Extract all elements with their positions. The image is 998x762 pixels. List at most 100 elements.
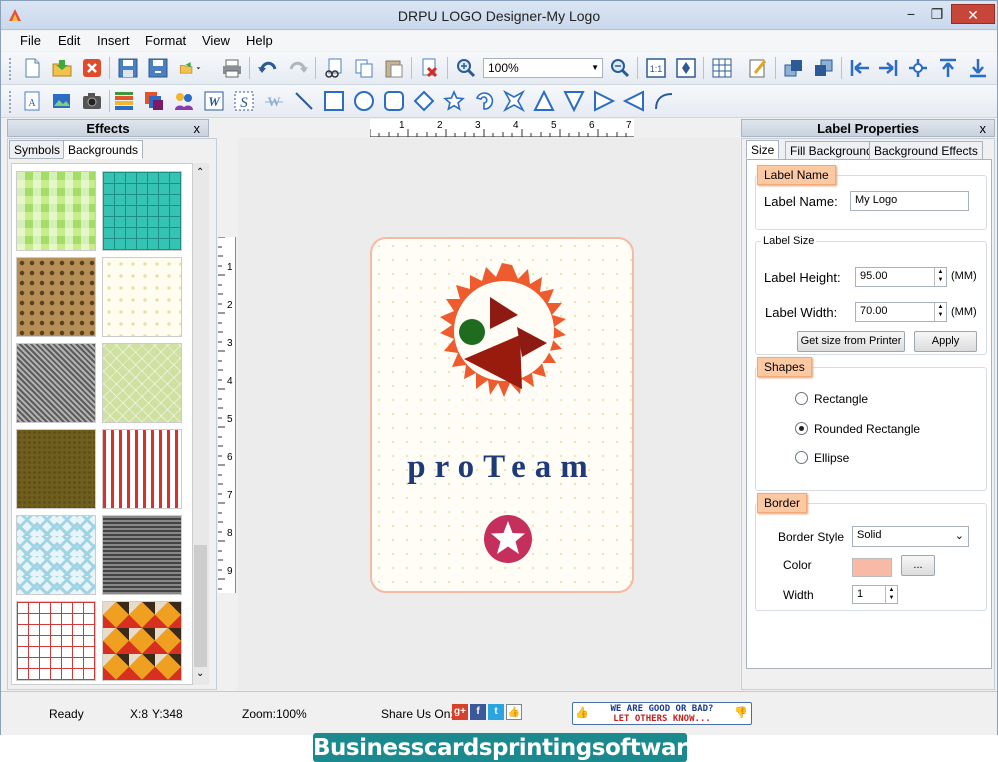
triangle-down-tool-icon[interactable] [563,90,585,113]
background-swatch-olive-texture[interactable] [16,429,96,509]
library-tool-icon[interactable] [113,90,135,112]
tab-background-effects[interactable]: Background Effects [869,141,983,160]
scrollbar-thumb[interactable] [194,545,207,667]
background-swatch-red-grid[interactable] [16,601,96,681]
website-banner[interactable]: Businesscardsprintingsoftware.com [313,733,763,762]
scroll-down-icon[interactable]: ⌄ [196,668,204,679]
background-swatch-diamond-pattern[interactable] [102,601,182,681]
toolbar-grip[interactable] [9,58,12,80]
shapes-library-icon[interactable] [143,90,165,112]
minimize-button[interactable]: − [897,4,925,24]
triangle-tool-icon[interactable] [533,89,555,112]
new-icon[interactable] [21,57,43,79]
menu-insert[interactable]: Insert [97,33,130,48]
tab-symbols[interactable]: Symbols [9,140,66,159]
menu-edit[interactable]: Edit [58,33,80,48]
background-swatch-red-stripes[interactable] [102,429,182,509]
shape-rectangle-radio[interactable] [795,392,808,405]
camera-tool-icon[interactable] [81,90,103,112]
signature-tool-icon[interactable]: S [233,90,255,112]
tab-backgrounds[interactable]: Backgrounds [63,140,144,159]
print-icon[interactable] [221,57,243,79]
scroll-up-icon[interactable]: ⌃ [196,167,204,178]
image-tool-icon[interactable] [51,90,73,112]
tab-fill-background[interactable]: Fill Background [785,141,878,160]
arc-tool-icon[interactable] [473,90,495,112]
export-icon[interactable] [179,57,213,79]
spinner-arrows-icon[interactable]: ▲ ▼ [885,586,897,603]
star-tool-icon[interactable] [443,89,465,112]
close-button[interactable]: ✕ [951,4,995,24]
watermark-tool-icon[interactable]: W [263,90,285,112]
text-tool-icon[interactable]: A [21,90,43,112]
triangle-right-tool-icon[interactable] [593,90,616,112]
menu-format[interactable]: Format [145,33,186,48]
spinner-arrows-icon[interactable]: ▲ ▼ [934,268,946,286]
curve-tool-icon[interactable] [653,90,675,112]
maximize-button[interactable]: ❐ [923,4,951,24]
google-plus-icon[interactable]: g+ [452,704,468,720]
logo-label[interactable]: proTeam [370,237,634,593]
menu-file[interactable]: File [20,33,41,48]
spinner-arrows-icon[interactable]: ▲ ▼ [934,303,946,321]
label-width-input[interactable]: 70.00 ▲ ▼ [855,302,947,322]
background-swatch-green-check[interactable] [16,171,96,251]
zoom-out-icon[interactable] [609,57,631,79]
open-icon[interactable] [51,57,73,79]
shape-ellipse-radio[interactable] [795,451,808,464]
feedback-button[interactable]: 👍 WE ARE GOOD OR BAD? LET OTHERS KNOW...… [572,702,752,725]
background-swatch-brown-dots[interactable] [16,257,96,337]
paste-icon[interactable] [383,57,405,79]
facebook-icon[interactable]: f [470,704,486,720]
border-style-select[interactable]: Solid ⌄ [852,526,969,547]
border-width-input[interactable]: 1 ▲ ▼ [852,585,898,604]
properties-icon[interactable] [747,57,769,79]
clipart-tool-icon[interactable] [173,90,195,112]
fit-to-window-icon[interactable] [675,57,697,79]
align-top-icon[interactable] [937,57,959,79]
border-color-swatch[interactable] [852,558,892,577]
background-swatch-teal-grid[interactable] [102,171,182,251]
rectangle-tool-icon[interactable] [323,90,345,112]
gallery-scrollbar[interactable]: ⌃ ⌄ [193,163,209,685]
diamond-tool-icon[interactable] [413,90,435,112]
grid-icon[interactable] [711,57,733,79]
save-as-icon[interactable] [147,57,169,79]
rounded-rect-tool-icon[interactable] [383,90,405,112]
twitter-icon[interactable]: t [488,704,504,720]
close-file-icon[interactable] [81,57,103,79]
label-name-input[interactable]: My Logo [850,191,969,211]
copy-icon[interactable] [353,57,375,79]
ellipse-tool-icon[interactable] [353,90,375,112]
redo-icon[interactable] [287,57,309,79]
background-swatch-blue-chevron[interactable] [16,515,96,595]
background-swatch-cream-dots[interactable] [102,257,182,337]
apply-button[interactable]: Apply [914,331,977,352]
actual-size-icon[interactable]: 1:1 [645,57,667,79]
save-icon[interactable] [117,57,139,79]
burst-tool-icon[interactable] [502,89,526,113]
zoom-in-icon[interactable] [455,57,477,79]
effects-close-icon[interactable]: x [194,120,201,137]
menu-help[interactable]: Help [246,33,273,48]
bring-to-front-icon[interactable] [783,57,805,79]
triangle-left-tool-icon[interactable] [622,90,645,112]
cut-icon[interactable] [323,57,345,79]
align-left-icon[interactable] [849,57,871,79]
align-center-icon[interactable] [907,57,929,79]
align-bottom-icon[interactable] [967,57,989,79]
send-to-back-icon[interactable] [813,57,835,79]
get-size-from-printer-button[interactable]: Get size from Printer [797,331,905,352]
background-swatch-gray-squares[interactable] [102,515,182,595]
color-picker-button[interactable]: ... [901,555,935,576]
undo-icon[interactable] [257,57,279,79]
background-swatch-gray-weave[interactable] [16,343,96,423]
menu-view[interactable]: View [202,33,230,48]
align-right-icon[interactable] [877,57,899,79]
line-tool-icon[interactable] [293,90,315,112]
shape-rounded-rectangle-radio[interactable] [795,422,808,435]
tab-size[interactable]: Size [746,140,780,159]
delete-icon[interactable] [419,57,441,79]
toolbar-grip[interactable] [9,91,12,113]
like-icon[interactable]: 👍 [506,704,522,720]
